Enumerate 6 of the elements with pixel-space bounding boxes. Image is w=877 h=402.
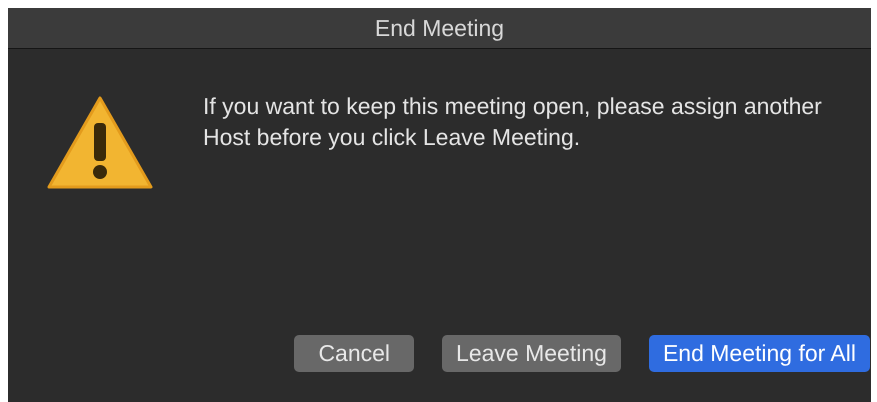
dialog-button[interactable]: Leave Meeting xyxy=(442,335,621,372)
dialog-button[interactable]: Cancel xyxy=(294,335,414,372)
warning-icon xyxy=(47,95,153,189)
window-title: End Meeting xyxy=(374,14,504,42)
message-text: If you want to keep this meeting open, please assign another Host before you click Leave Meeting. xyxy=(203,92,823,152)
dialog-button[interactable]: End Meeting for All xyxy=(648,335,870,372)
